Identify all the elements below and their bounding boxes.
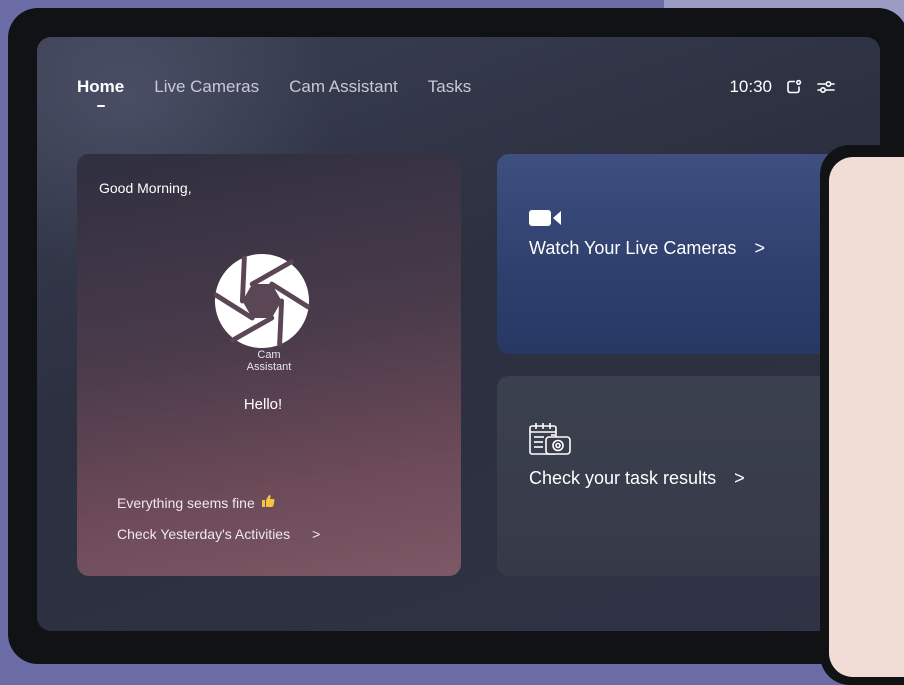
- task-results-link[interactable]: Check your task results >: [529, 468, 745, 489]
- logo-caption-line-2: Assistant: [246, 361, 292, 373]
- settings-sliders-icon[interactable]: [816, 77, 836, 97]
- nav-tasks[interactable]: Tasks: [428, 77, 471, 97]
- status-message: Everything seems fine: [117, 494, 275, 511]
- phone-screen: [829, 157, 904, 677]
- greeting-text: Good Morning,: [99, 180, 192, 196]
- cam-assistant-logo-icon: [213, 252, 311, 350]
- tablet-screen: Home Live Cameras Cam Assistant Tasks 10…: [37, 37, 880, 631]
- phone-device: [820, 145, 904, 685]
- live-cameras-label: Watch Your Live Cameras: [529, 238, 737, 258]
- top-navigation: Home Live Cameras Cam Assistant Tasks: [77, 77, 471, 97]
- live-cameras-link[interactable]: Watch Your Live Cameras >: [529, 238, 765, 259]
- nav-home[interactable]: Home: [77, 77, 124, 97]
- hello-text: Hello!: [243, 396, 283, 413]
- chevron-right-icon: >: [754, 238, 765, 258]
- yesterday-activities-label: Check Yesterday's Activities: [117, 526, 291, 542]
- logo-caption: Cam Assistant: [77, 349, 461, 373]
- task-results-label: Check your task results: [529, 468, 717, 488]
- calendar-camera-icon: [529, 422, 573, 461]
- nav-live-cameras[interactable]: Live Cameras: [154, 77, 259, 97]
- status-bar: 10:30: [729, 77, 836, 97]
- nav-cam-assistant[interactable]: Cam Assistant: [289, 77, 398, 97]
- yesterday-activities-link[interactable]: Check Yesterday's Activities >: [117, 526, 320, 542]
- logo-caption-line-1: Cam: [257, 349, 281, 361]
- notification-icon[interactable]: [784, 77, 804, 97]
- thumbs-up-icon: [261, 494, 275, 511]
- chevron-right-icon: >: [734, 468, 745, 488]
- chevron-right-icon: >: [312, 526, 321, 542]
- clock: 10:30: [729, 77, 772, 96]
- status-message-text: Everything seems fine: [117, 494, 255, 511]
- welcome-card: Good Morning, Cam Assistant Hello! Every…: [77, 154, 461, 576]
- video-camera-icon: [529, 208, 563, 233]
